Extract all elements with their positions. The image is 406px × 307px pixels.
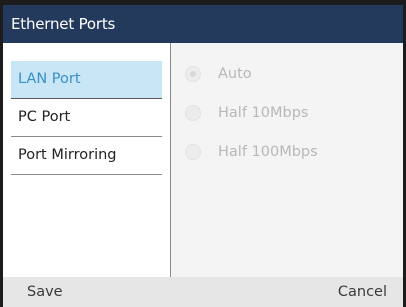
menu-list: LAN Port PC Port Port Mirroring bbox=[3, 43, 170, 277]
option-label: Half 100Mbps bbox=[218, 144, 318, 160]
menu-item-pc-port[interactable]: PC Port bbox=[11, 99, 162, 137]
option-label: Half 10Mbps bbox=[218, 105, 309, 121]
option-label: Auto bbox=[218, 66, 252, 82]
option-half-10mbps[interactable]: Half 10Mbps bbox=[185, 101, 308, 125]
menu-item-lan-port[interactable]: LAN Port bbox=[11, 61, 162, 99]
menu-item-port-mirroring[interactable]: Port Mirroring bbox=[11, 137, 162, 175]
cancel-button[interactable]: Cancel bbox=[338, 277, 387, 307]
radio-unchecked-icon[interactable] bbox=[185, 144, 201, 160]
screen-title: Ethernet Ports bbox=[3, 5, 403, 43]
radio-unchecked-icon[interactable] bbox=[185, 105, 201, 121]
options-panel: Auto Half 10Mbps Half 100Mbps bbox=[171, 43, 403, 277]
option-auto[interactable]: Auto bbox=[185, 62, 252, 86]
softkey-bar: Save Cancel bbox=[3, 277, 403, 307]
phone-screen: Ethernet Ports LAN Port PC Port Port Mir… bbox=[3, 5, 403, 307]
option-half-100mbps[interactable]: Half 100Mbps bbox=[185, 140, 318, 164]
save-button[interactable]: Save bbox=[27, 277, 63, 307]
radio-checked-icon[interactable] bbox=[185, 66, 201, 82]
